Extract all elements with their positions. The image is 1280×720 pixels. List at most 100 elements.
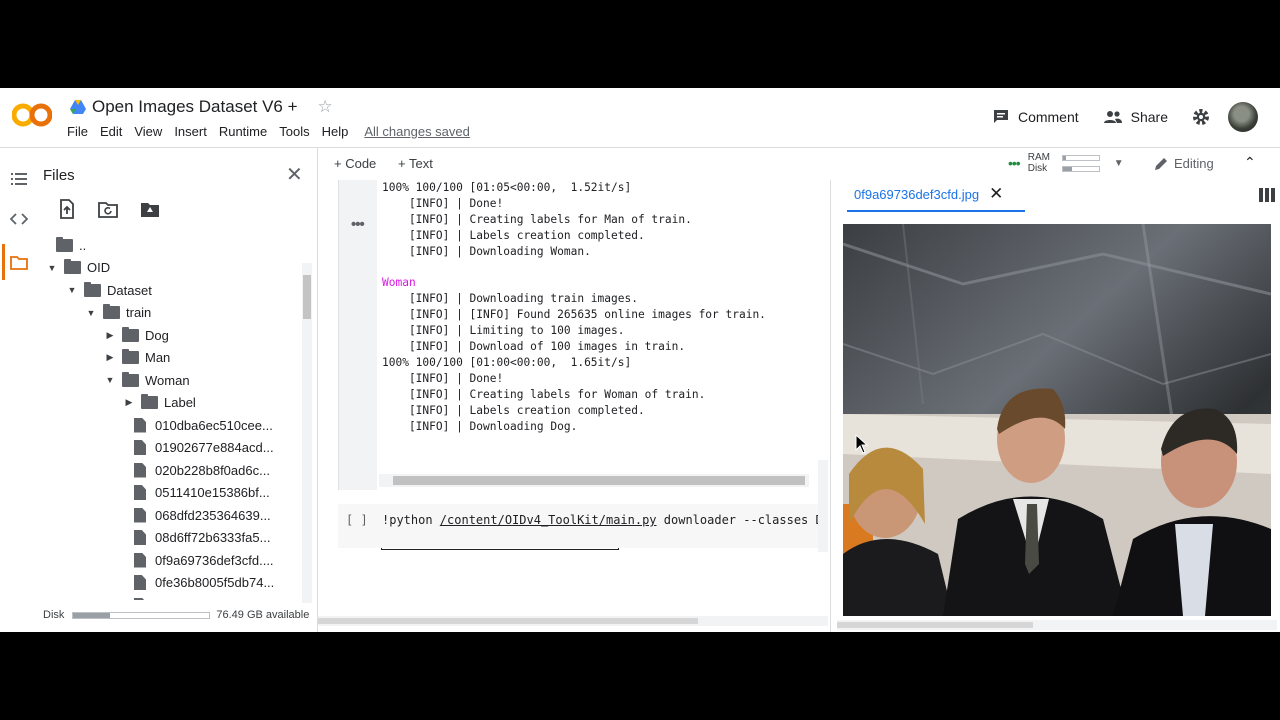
file-icon bbox=[134, 575, 146, 590]
chevron-up-icon[interactable]: ⌃ bbox=[1244, 154, 1256, 171]
file-tree-scrollbar[interactable] bbox=[302, 263, 312, 603]
disk-usage-bar bbox=[72, 611, 211, 619]
notebook-title[interactable]: Open Images Dataset V6 + bbox=[92, 97, 298, 117]
file-tree-folder[interactable]: ▶ Label bbox=[123, 392, 196, 414]
file-tree-scroll-thumb[interactable] bbox=[303, 275, 311, 319]
output-horizontal-scrollbar[interactable] bbox=[379, 474, 809, 487]
code-path-link[interactable]: /content/OIDv4_ToolKit/main.py bbox=[440, 513, 657, 527]
add-text-button[interactable]: + Text bbox=[398, 156, 433, 171]
file-icon bbox=[134, 530, 146, 545]
resources-indicator[interactable]: ••• RAM Disk ▼ bbox=[1008, 152, 1124, 174]
menu-insert[interactable]: Insert bbox=[174, 124, 207, 139]
editing-label: Editing bbox=[1174, 156, 1214, 171]
table-of-contents-icon[interactable] bbox=[10, 170, 28, 188]
file-tree-file[interactable]: 010dba6ec510cee... bbox=[134, 414, 273, 436]
disk-label: Disk bbox=[43, 609, 65, 621]
menu-tools[interactable]: Tools bbox=[279, 124, 309, 139]
file-tree-file[interactable]: 01902677e884acd... bbox=[134, 437, 274, 459]
file-tree-file[interactable]: 0f9a69736def3cfd.... bbox=[134, 549, 274, 571]
file-tree-file[interactable]: 068dfd235364639... bbox=[134, 504, 271, 526]
file-icon bbox=[134, 440, 146, 455]
output-line: [INFO] | Download of 100 images in train… bbox=[382, 340, 686, 354]
file-tree-label: 0511410e15386bf... bbox=[155, 485, 270, 500]
output-vertical-scrollbar[interactable] bbox=[818, 460, 828, 552]
output-line: [INFO] | Done! bbox=[382, 371, 504, 385]
file-tree-folder[interactable]: ▶ Dog bbox=[104, 324, 169, 346]
expand-arrow-icon[interactable]: ▶ bbox=[104, 330, 116, 341]
image-tab-label: 0f9a69736def3cfd.jpg bbox=[854, 186, 980, 202]
collapse-arrow-icon[interactable]: ▼ bbox=[85, 308, 97, 318]
star-icon[interactable]: ☆ bbox=[318, 97, 333, 117]
file-tree-folder[interactable]: ▼ Woman bbox=[104, 369, 190, 391]
file-tree-label: train bbox=[126, 305, 152, 320]
comment-icon bbox=[993, 110, 1008, 123]
more-options-icon[interactable]: ••• bbox=[351, 216, 365, 233]
collapse-arrow-icon[interactable]: ▼ bbox=[46, 263, 58, 273]
viewer-horizontal-scrollbar[interactable] bbox=[837, 620, 1277, 630]
close-icon[interactable]: ✕ bbox=[989, 184, 1003, 204]
file-tree-folder[interactable]: ▼ train bbox=[85, 302, 151, 324]
notebook-scroll-thumb[interactable] bbox=[318, 618, 698, 624]
upload-file-icon[interactable] bbox=[56, 198, 78, 220]
code-editor[interactable]: !python /content/OIDv4_ToolKit/main.py d… bbox=[382, 513, 818, 527]
image-viewer-pane: 0f9a69736def3cfd.jpg ✕ bbox=[830, 180, 1280, 632]
menu-view[interactable]: View bbox=[134, 124, 162, 139]
files-panel: Files ✕ .. ▼ OID ▼ Dataset ▼ train ▶ Dog ▶ Man ▼ Wom… bbox=[36, 148, 318, 632]
save-status[interactable]: All changes saved bbox=[364, 124, 470, 139]
output-line: [INFO] | Labels creation completed. bbox=[382, 403, 645, 417]
chevron-down-icon[interactable]: ▼ bbox=[1114, 158, 1124, 169]
menu-file[interactable]: File bbox=[67, 124, 88, 139]
file-tree-folder[interactable]: ▼ Dataset bbox=[66, 279, 152, 301]
file-tree-label: Man bbox=[145, 350, 171, 365]
folder-icon bbox=[122, 349, 139, 364]
file-tree-file[interactable]: 0511410e15386bf... bbox=[134, 482, 270, 504]
close-icon[interactable]: ✕ bbox=[286, 162, 303, 187]
expand-arrow-icon[interactable]: ▶ bbox=[104, 352, 116, 363]
file-tree-file[interactable]: 08d6ff72b6333fa5... bbox=[134, 527, 270, 549]
notebook-horizontal-scrollbar[interactable] bbox=[318, 616, 828, 626]
active-tab-indicator bbox=[847, 210, 1025, 212]
file-icon bbox=[134, 507, 146, 523]
expand-arrow-icon[interactable]: ▶ bbox=[123, 397, 135, 408]
file-tree-folder[interactable]: .. bbox=[56, 234, 86, 256]
gear-icon[interactable] bbox=[1192, 108, 1210, 126]
add-code-button[interactable]: + Code bbox=[334, 156, 376, 171]
file-tree-file[interactable]: 0fe36b8005f5db74... bbox=[134, 572, 274, 594]
files-folder-icon[interactable] bbox=[10, 254, 28, 272]
output-line: [INFO] | Done! bbox=[382, 196, 504, 210]
refresh-folder-icon[interactable] bbox=[97, 198, 119, 220]
split-view-icon[interactable] bbox=[1259, 188, 1275, 202]
output-line: [INFO] | Downloading Dog. bbox=[382, 419, 578, 433]
file-tree-label: OID bbox=[87, 260, 111, 275]
menu-help[interactable]: Help bbox=[322, 124, 349, 139]
file-tree-file[interactable]: 12e24283269a226... bbox=[134, 594, 274, 600]
code-snippets-icon[interactable] bbox=[10, 210, 28, 228]
output-line: [INFO] | Creating labels for Woman of tr… bbox=[382, 387, 706, 401]
output-line: 100% 100/100 [01:00<00:00, 1.65it/s] bbox=[382, 355, 632, 369]
viewer-scroll-thumb[interactable] bbox=[837, 622, 1033, 628]
parent-folder-icon bbox=[56, 236, 73, 252]
file-tree-label: .. bbox=[79, 237, 87, 253]
code-cell[interactable]: [ ] !python /content/OIDv4_ToolKit/main.… bbox=[338, 504, 818, 548]
file-tree-file[interactable]: 020b228b8f0ad6c... bbox=[134, 459, 270, 481]
share-button[interactable]: Share bbox=[1103, 109, 1168, 125]
run-cell-button[interactable]: [ ] bbox=[346, 513, 368, 527]
colab-logo[interactable] bbox=[12, 100, 52, 130]
avatar[interactable] bbox=[1228, 102, 1258, 132]
ram-bar bbox=[1061, 154, 1100, 161]
comment-button[interactable]: Comment bbox=[992, 108, 1079, 126]
menu-runtime[interactable]: Runtime bbox=[219, 124, 267, 139]
collapse-arrow-icon[interactable]: ▼ bbox=[66, 285, 78, 295]
mount-drive-icon[interactable] bbox=[139, 198, 161, 220]
output-scroll-thumb[interactable] bbox=[393, 476, 805, 485]
image-tab[interactable]: 0f9a69736def3cfd.jpg ✕ bbox=[854, 184, 1003, 204]
collapse-arrow-icon[interactable]: ▼ bbox=[104, 375, 116, 385]
connected-status-icon: ••• bbox=[1008, 155, 1021, 171]
file-icon bbox=[134, 462, 146, 478]
photo-preview bbox=[843, 224, 1271, 616]
menu-edit[interactable]: Edit bbox=[100, 124, 122, 139]
file-tree-folder[interactable]: ▶ Man bbox=[104, 347, 170, 369]
file-tree-label: Dataset bbox=[107, 282, 152, 298]
editing-mode-button[interactable]: Editing bbox=[1154, 156, 1214, 171]
file-tree-folder[interactable]: ▼ OID bbox=[46, 257, 110, 279]
